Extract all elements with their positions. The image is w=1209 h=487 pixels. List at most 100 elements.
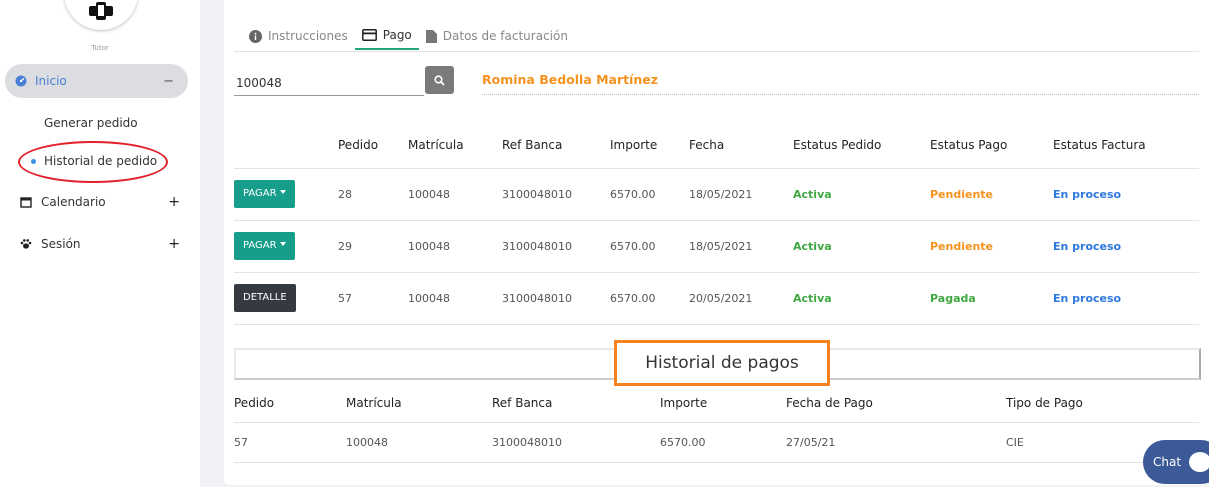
- tab-instrucciones[interactable]: Instrucciones: [242, 22, 355, 50]
- action-cell: PAGAR: [234, 168, 338, 221]
- nav-item-inicio[interactable]: Inicio −: [5, 64, 188, 98]
- action-cell: PAGAR: [234, 220, 338, 273]
- column-header: Pedido: [234, 384, 346, 423]
- annotation-circle: [18, 141, 168, 183]
- payment-card: Instrucciones Pago Datos de facturación …: [224, 0, 1209, 485]
- table-cell: 100048: [346, 422, 492, 463]
- table-cell: 18/05/2021: [689, 220, 793, 273]
- table-cell: 3100048010: [492, 422, 660, 463]
- column-header: Importe: [610, 122, 689, 169]
- table-header-row: Pedido Matrícula Ref Banca Importe Fecha…: [234, 384, 1199, 423]
- credit-card-icon: [361, 29, 377, 41]
- student-underline: [482, 94, 1199, 95]
- action-cell: DETALLE: [234, 272, 338, 325]
- chat-label: Chat: [1153, 455, 1182, 469]
- table-cell: 3100048010: [502, 220, 610, 273]
- tab-datos-facturacion[interactable]: Datos de facturación: [419, 22, 575, 50]
- table-row: 57 100048 3100048010 6570.00 27/05/21 CI…: [234, 422, 1199, 463]
- table-cell: 28: [338, 168, 408, 221]
- status-factura: En proceso: [1053, 220, 1199, 273]
- nav-item-sesion[interactable]: Sesión +: [20, 236, 180, 252]
- tab-label: Datos de facturación: [442, 29, 568, 43]
- chat-widget-button[interactable]: Chat: [1143, 440, 1209, 484]
- button-label: PAGAR: [243, 240, 277, 251]
- column-header: Importe: [660, 384, 786, 423]
- table-cell: 6570.00: [610, 168, 689, 221]
- subnav-generar-pedido[interactable]: Generar pedido: [44, 116, 138, 130]
- table-cell: 100048: [408, 168, 502, 221]
- column-header: Estatus Pedido: [793, 122, 930, 169]
- column-header: Fecha de Pago: [786, 384, 1006, 423]
- sidebar: Tutor Inicio − Generar pedido Historial …: [0, 0, 200, 487]
- nav-item-label: Calendario: [41, 195, 106, 209]
- calendar-icon: [20, 197, 32, 208]
- dashboard-icon: [15, 75, 27, 87]
- table-cell: 29: [338, 220, 408, 273]
- nav-item-label: Sesión: [41, 237, 81, 251]
- document-icon: [425, 29, 437, 43]
- expand-icon[interactable]: +: [168, 236, 180, 252]
- chat-bubble-icon: [1189, 452, 1209, 472]
- table-row: PAGAR 28 100048 3100048010 6570.00 18/05…: [234, 168, 1199, 221]
- status-pedido: Activa: [793, 168, 930, 221]
- table-cell: 6570.00: [610, 272, 689, 325]
- status-factura: En proceso: [1053, 272, 1199, 325]
- status-pago: Pagada: [930, 272, 1053, 325]
- nav-item-label: Inicio: [35, 74, 67, 88]
- table-cell: 27/05/21: [786, 422, 1006, 463]
- table-cell: 18/05/2021: [689, 168, 793, 221]
- column-header: Ref Banca: [502, 122, 610, 169]
- table-cell: 6570.00: [610, 220, 689, 273]
- column-header: Tipo de Pago: [1006, 384, 1199, 423]
- detalle-button[interactable]: DETALLE: [234, 284, 296, 312]
- search-button[interactable]: [425, 66, 454, 94]
- column-header: Matrícula: [346, 384, 492, 423]
- matricula-search-input[interactable]: [234, 70, 424, 96]
- table-cell: 57: [234, 422, 346, 463]
- tab-divider: [234, 51, 1199, 52]
- expand-icon[interactable]: +: [168, 194, 180, 210]
- pagar-button[interactable]: PAGAR: [234, 232, 295, 260]
- column-header: Matrícula: [408, 122, 502, 169]
- paw-icon: [20, 239, 32, 249]
- table-cell: 57: [338, 272, 408, 325]
- column-header: [234, 122, 338, 169]
- caret-down-icon: [279, 190, 286, 194]
- table-row: DETALLE 57 100048 3100048010 6570.00 20/…: [234, 272, 1199, 325]
- search-icon: [434, 74, 445, 86]
- table-row: PAGAR 29 100048 3100048010 6570.00 18/05…: [234, 220, 1199, 273]
- status-pedido: Activa: [793, 272, 930, 325]
- column-header: Fecha: [689, 122, 793, 169]
- table-header-row: Pedido Matrícula Ref Banca Importe Fecha…: [234, 122, 1199, 169]
- tab-bar: Instrucciones Pago Datos de facturación: [242, 22, 575, 52]
- collapse-icon[interactable]: −: [163, 74, 174, 89]
- table-cell: 3100048010: [502, 168, 610, 221]
- table-cell: 100048: [408, 220, 502, 273]
- info-icon: [249, 29, 262, 43]
- tab-label: Instrucciones: [268, 29, 348, 43]
- payment-history-table: Pedido Matrícula Ref Banca Importe Fecha…: [234, 384, 1199, 463]
- column-header: Ref Banca: [492, 384, 660, 423]
- history-title: Historial de pagos: [614, 340, 830, 386]
- table-cell: 6570.00: [660, 422, 786, 463]
- status-pedido: Activa: [793, 220, 930, 273]
- status-factura: En proceso: [1053, 168, 1199, 221]
- column-header: Estatus Pago: [930, 122, 1053, 169]
- user-device-icon: [89, 2, 113, 20]
- column-header: Pedido: [338, 122, 408, 169]
- status-pago: Pendiente: [930, 168, 1053, 221]
- tab-pago[interactable]: Pago: [354, 22, 419, 50]
- tab-label: Pago: [382, 28, 412, 42]
- student-name: Romina Bedolla Martínez: [482, 72, 659, 87]
- table-cell: 100048: [408, 272, 502, 325]
- column-header: Estatus Factura: [1053, 122, 1199, 169]
- table-cell: 3100048010: [502, 272, 610, 325]
- caret-down-icon: [279, 242, 286, 246]
- pagar-button[interactable]: PAGAR: [234, 180, 295, 208]
- avatar[interactable]: [64, 0, 138, 30]
- orders-table: Pedido Matrícula Ref Banca Importe Fecha…: [234, 122, 1199, 325]
- button-label: PAGAR: [243, 188, 277, 199]
- user-role-label: Tutor: [91, 44, 109, 52]
- nav-item-calendario[interactable]: Calendario +: [20, 194, 180, 210]
- status-pago: Pendiente: [930, 220, 1053, 273]
